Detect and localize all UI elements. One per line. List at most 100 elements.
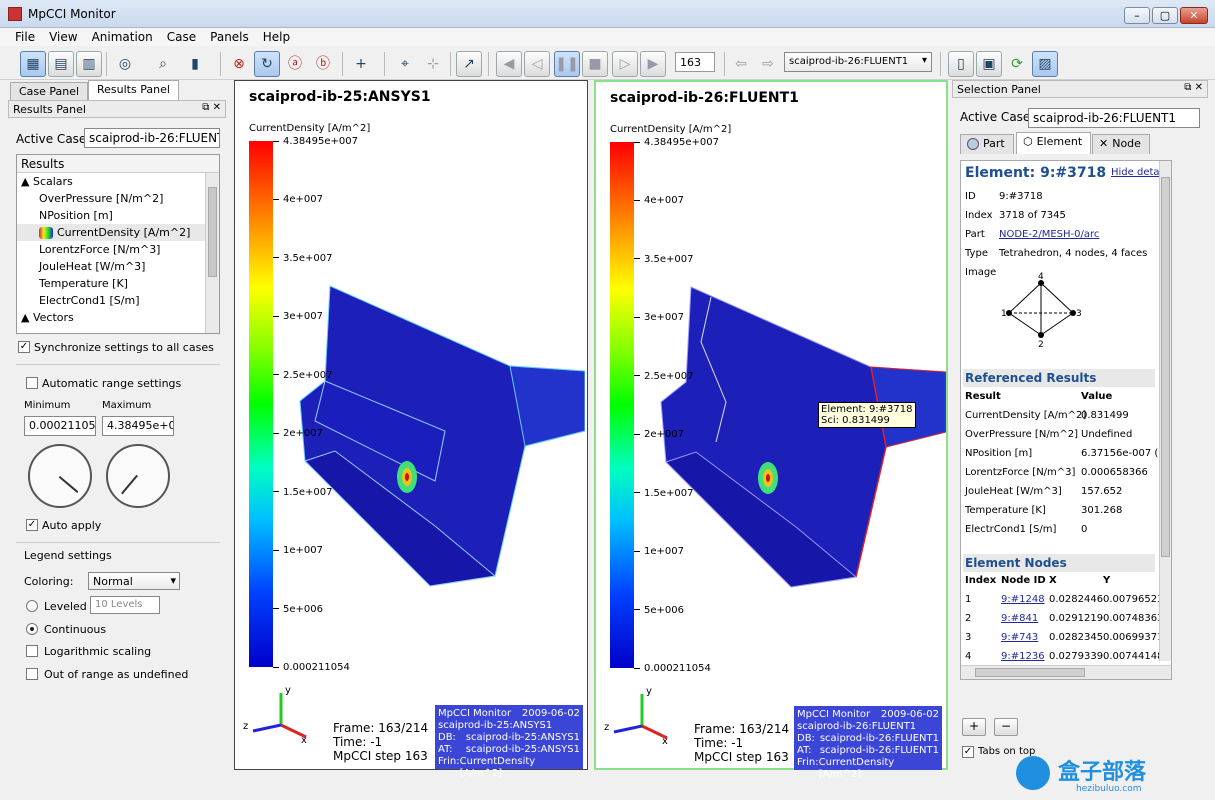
panel-header: Selection Panel ⧉ ✕ — [952, 80, 1208, 98]
log-scaling-checkbox[interactable] — [26, 645, 38, 657]
chart-icon[interactable]: ▨ — [1032, 51, 1058, 77]
maximize-button[interactable]: ▢ — [1152, 7, 1178, 24]
next-case-icon[interactable]: ⇨ — [755, 51, 781, 77]
out-of-range-checkbox[interactable] — [26, 668, 38, 680]
split-view-icon[interactable]: ▮ — [182, 51, 208, 77]
export-icon[interactable]: ↗ — [456, 51, 482, 77]
add-button[interactable]: + — [962, 718, 986, 736]
remove-button[interactable]: − — [994, 718, 1018, 736]
table-cell[interactable]: 9:#1236 — [1001, 651, 1045, 662]
menu-case[interactable]: Case — [160, 28, 203, 44]
tabs-on-top-checkbox[interactable]: ✓ — [962, 746, 974, 758]
auto-apply-checkbox[interactable]: ✓ — [26, 519, 38, 531]
result-item[interactable]: CurrentDensity [A/m^2] — [17, 224, 219, 241]
sync-settings-checkbox[interactable]: ✓ — [18, 341, 30, 353]
first-frame-icon[interactable]: ◀ — [496, 51, 522, 77]
continuous-radio[interactable] — [26, 623, 38, 635]
scroll-thumb[interactable] — [1161, 177, 1170, 557]
detail-value[interactable]: NODE-2/MESH-0/arc — [999, 229, 1099, 240]
coloring-dropdown[interactable]: Normal ▾ — [88, 572, 180, 590]
minimum-input[interactable]: 0.000211054 — [24, 416, 96, 436]
result-item[interactable]: Temperature [K] — [17, 275, 219, 292]
table-row[interactable]: Temperature [K] 301.268 — [965, 505, 1155, 523]
table-cell[interactable]: 9:#1248 — [1001, 594, 1045, 605]
table-row[interactable]: NPosition [m] 6.37156e-007 (in — [965, 448, 1167, 466]
hide-details-link[interactable]: Hide detai — [1111, 167, 1162, 178]
panel-left-icon[interactable]: ▯ — [948, 51, 974, 77]
reset-view-icon[interactable]: ⊗ — [226, 51, 252, 77]
table-row[interactable]: ElectrCond1 [S/m] 0 — [965, 524, 1155, 542]
results-list[interactable]: Results ▲ Scalars OverPressure [N/m^2] NPo… — [16, 154, 220, 334]
minimize-button[interactable]: – — [1124, 7, 1150, 24]
menu-animation[interactable]: Animation — [85, 28, 160, 44]
minimum-dial[interactable] — [28, 444, 92, 508]
mesh-model-ansys[interactable] — [295, 281, 585, 591]
panel-grid-icon[interactable]: ▣ — [976, 51, 1002, 77]
results-scrollbar[interactable] — [205, 173, 219, 333]
active-case-field[interactable]: scaiprod-ib-26:FLUENT1 — [84, 128, 220, 148]
layout-single-icon[interactable]: ▦ — [20, 51, 46, 77]
table-row[interactable]: 2 9:#841 0.0291219 0.00748363 — [965, 613, 1165, 631]
table-row[interactable]: LorentzForce [N/m^3] 0.000658366 — [965, 467, 1155, 485]
close-button[interactable]: ✕ — [1180, 7, 1208, 24]
panel-float-close-icon[interactable]: ⧉ ✕ — [202, 102, 221, 113]
result-item[interactable]: LorentzForce [N/m^3] — [17, 241, 219, 258]
panel-float-close-icon[interactable]: ⧉ ✕ — [1184, 82, 1203, 93]
menu-file[interactable]: File — [0, 28, 42, 44]
maximum-dial[interactable] — [106, 444, 170, 508]
last-frame-icon[interactable]: ▶ — [640, 51, 666, 77]
tab-case-panel[interactable]: Case Panel — [10, 82, 89, 100]
stop-icon[interactable]: ■ — [582, 51, 608, 77]
table-row[interactable]: JouleHeat [W/m^3] 157.652 — [965, 486, 1155, 504]
measure-icon[interactable]: ⊹ — [420, 51, 446, 77]
result-group[interactable]: ▲ Vectors — [17, 309, 219, 326]
layout-split-icon[interactable]: ▤ — [48, 51, 74, 77]
result-group[interactable]: ▲ Scalars — [17, 173, 219, 190]
menu-panels[interactable]: Panels — [203, 28, 256, 44]
table-cell[interactable]: 9:#743 — [1001, 632, 1038, 643]
rotate-icon[interactable]: ↻ — [254, 51, 280, 77]
details-scrollbar[interactable] — [1159, 161, 1171, 661]
rotate-view-icon[interactable]: ◎ — [112, 51, 138, 77]
prev-frame-icon[interactable]: ◁ — [524, 51, 550, 77]
mesh-model-fluent[interactable] — [656, 282, 946, 592]
case-dropdown[interactable]: scaiprod-ib-26:FLUENT1 ▾ — [784, 52, 932, 72]
axes-icon[interactable]: + — [348, 51, 374, 77]
tab-results-panel[interactable]: Results Panel — [88, 80, 179, 100]
frame-input[interactable]: 163 — [675, 52, 715, 72]
previous-case-icon[interactable]: ⇦ — [728, 51, 754, 77]
tab-element[interactable]: ⬡ Element — [1016, 132, 1092, 154]
horizontal-scrollbar[interactable] — [961, 665, 1171, 679]
viewport-ansys[interactable]: scaiprod-ib-25:ANSYS1 CurrentDensity [A/… — [234, 80, 588, 779]
auto-range-checkbox[interactable] — [26, 377, 38, 389]
leveled-radio[interactable] — [26, 600, 38, 612]
scroll-thumb[interactable] — [975, 668, 1085, 677]
active-case-field[interactable]: scaiprod-ib-26:FLUENT1 — [1028, 108, 1200, 128]
detail-value: Tetrahedron, 4 nodes, 4 faces — [999, 248, 1148, 259]
menu-view[interactable]: View — [42, 28, 84, 44]
refresh-icon[interactable]: ⟳ — [1004, 51, 1030, 77]
table-row[interactable]: CurrentDensity [A/m^2] 0.831499 — [965, 410, 1155, 428]
pause-icon[interactable]: ❚❚ — [554, 51, 580, 77]
table-row[interactable]: 1 9:#1248 0.0282446 0.00796523 — [965, 594, 1165, 612]
scroll-thumb[interactable] — [208, 187, 217, 277]
result-item[interactable]: ElectrCond1 [S/m] — [17, 292, 219, 309]
maximum-input[interactable]: 4.38495e+07 — [102, 416, 174, 436]
levels-spinbox[interactable]: 10 Levels — [90, 596, 160, 614]
result-item[interactable]: OverPressure [N/m^2] — [17, 190, 219, 207]
viewport-fluent[interactable]: scaiprod-ib-26:FLUENT1 CurrentDensity [A… — [594, 80, 948, 780]
tab-part[interactable]: Part — [960, 134, 1014, 154]
tab-node[interactable]: ✕ Node — [1092, 134, 1150, 154]
result-item[interactable]: JouleHeat [W/m^3] — [17, 258, 219, 275]
color-legend-icon[interactable]: ▥ — [76, 51, 102, 77]
table-row[interactable]: 3 9:#743 0.0282345 0.00699371 — [965, 632, 1165, 650]
rotate-x-icon[interactable]: ⓐ — [282, 51, 308, 77]
menu-help[interactable]: Help — [256, 28, 297, 44]
probe-icon[interactable]: ⌖ — [392, 51, 418, 77]
result-item[interactable]: NPosition [m] — [17, 207, 219, 224]
table-cell[interactable]: 9:#841 — [1001, 613, 1038, 624]
table-row[interactable]: OverPressure [N/m^2] Undefined — [965, 429, 1155, 447]
next-frame-icon[interactable]: ▷ — [612, 51, 638, 77]
rotate-y-icon[interactable]: ⓑ — [310, 51, 336, 77]
zoom-icon[interactable]: ⌕ — [150, 51, 176, 77]
